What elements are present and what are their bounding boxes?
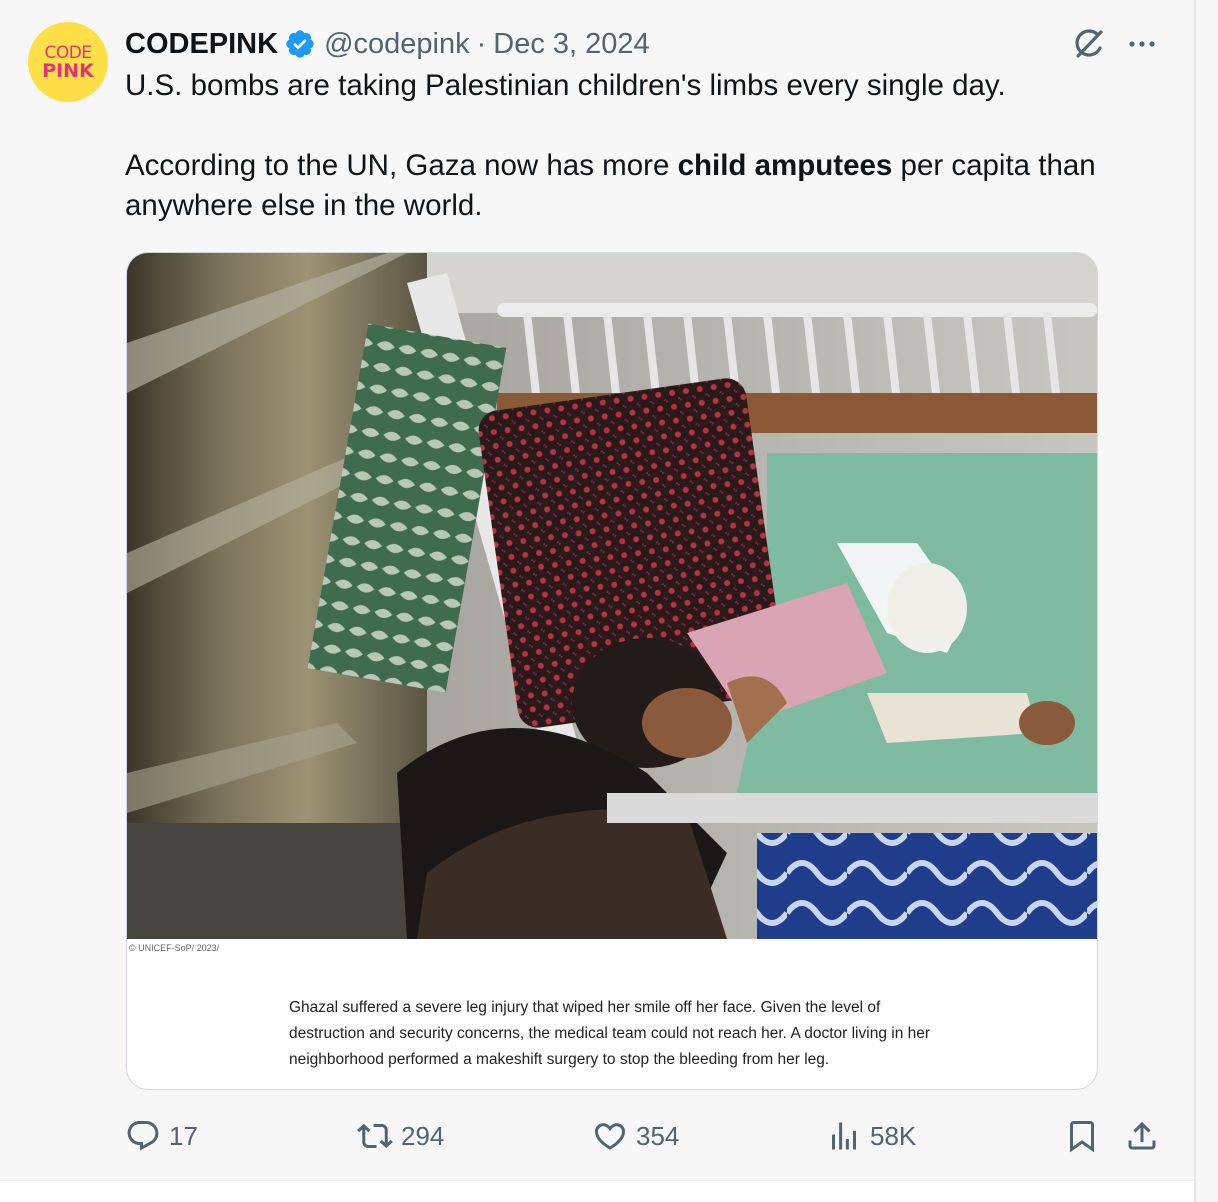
like-button[interactable]: 354 — [592, 1118, 679, 1154]
bookmark-button[interactable] — [1064, 1118, 1100, 1154]
reply-icon — [127, 1121, 159, 1151]
repost-count: 294 — [401, 1120, 445, 1151]
avatar-line-2: PINK — [42, 60, 94, 82]
handle[interactable]: @codepink — [324, 28, 470, 61]
reply-button[interactable]: 17 — [125, 1118, 198, 1154]
tweet-text-line-1: U.S. bombs are taking Palestinian childr… — [125, 69, 1006, 102]
heart-icon — [594, 1123, 626, 1150]
repost-icon — [357, 1123, 393, 1149]
tweet-text-paragraph-2: According to the UN, Gaza now has more c… — [125, 146, 1165, 226]
tweet-date[interactable]: Dec 3, 2024 — [493, 28, 649, 61]
verified-badge-icon[interactable] — [284, 28, 316, 60]
like-count: 354 — [636, 1120, 680, 1151]
share-button[interactable] — [1124, 1118, 1160, 1154]
tweet-text-p2-before: According to the UN, Gaza now has more — [125, 149, 678, 182]
share-icon — [1128, 1121, 1156, 1150]
tweet-text-bold: child amputees — [677, 149, 893, 182]
more-icon[interactable] — [1124, 30, 1160, 58]
views-count: 58K — [870, 1120, 917, 1151]
bookmark-icon — [1070, 1121, 1094, 1153]
display-name[interactable]: CODEPINK — [125, 28, 278, 61]
tweet-text: U.S. bombs are taking Palestinian childr… — [125, 66, 1165, 226]
media-card[interactable]: © UNICEF-SoP/ 2023/ Ghazal suffered a se… — [126, 252, 1098, 1090]
tweet-header: CODEPINK @codepink · Dec 3, 2024 — [125, 24, 650, 64]
photo-credit: © UNICEF-SoP/ 2023/ — [129, 943, 220, 953]
grok-icon[interactable] — [1071, 26, 1107, 62]
reply-count: 17 — [169, 1120, 198, 1151]
views-button[interactable]: 58K — [826, 1118, 916, 1154]
media-photo[interactable] — [127, 253, 1097, 939]
repost-button[interactable]: 294 — [357, 1118, 444, 1154]
photo-caption: Ghazal suffered a severe leg injury that… — [289, 999, 931, 1068]
action-bar: 17 294 354 58K — [0, 1112, 1194, 1162]
avatar[interactable]: CODE PINK — [28, 22, 108, 102]
views-icon — [832, 1122, 856, 1150]
separator-dot: · — [476, 27, 487, 60]
tweet[interactable]: CODE PINK CODEPINK @codepink · Dec 3, 20… — [0, 0, 1194, 1180]
